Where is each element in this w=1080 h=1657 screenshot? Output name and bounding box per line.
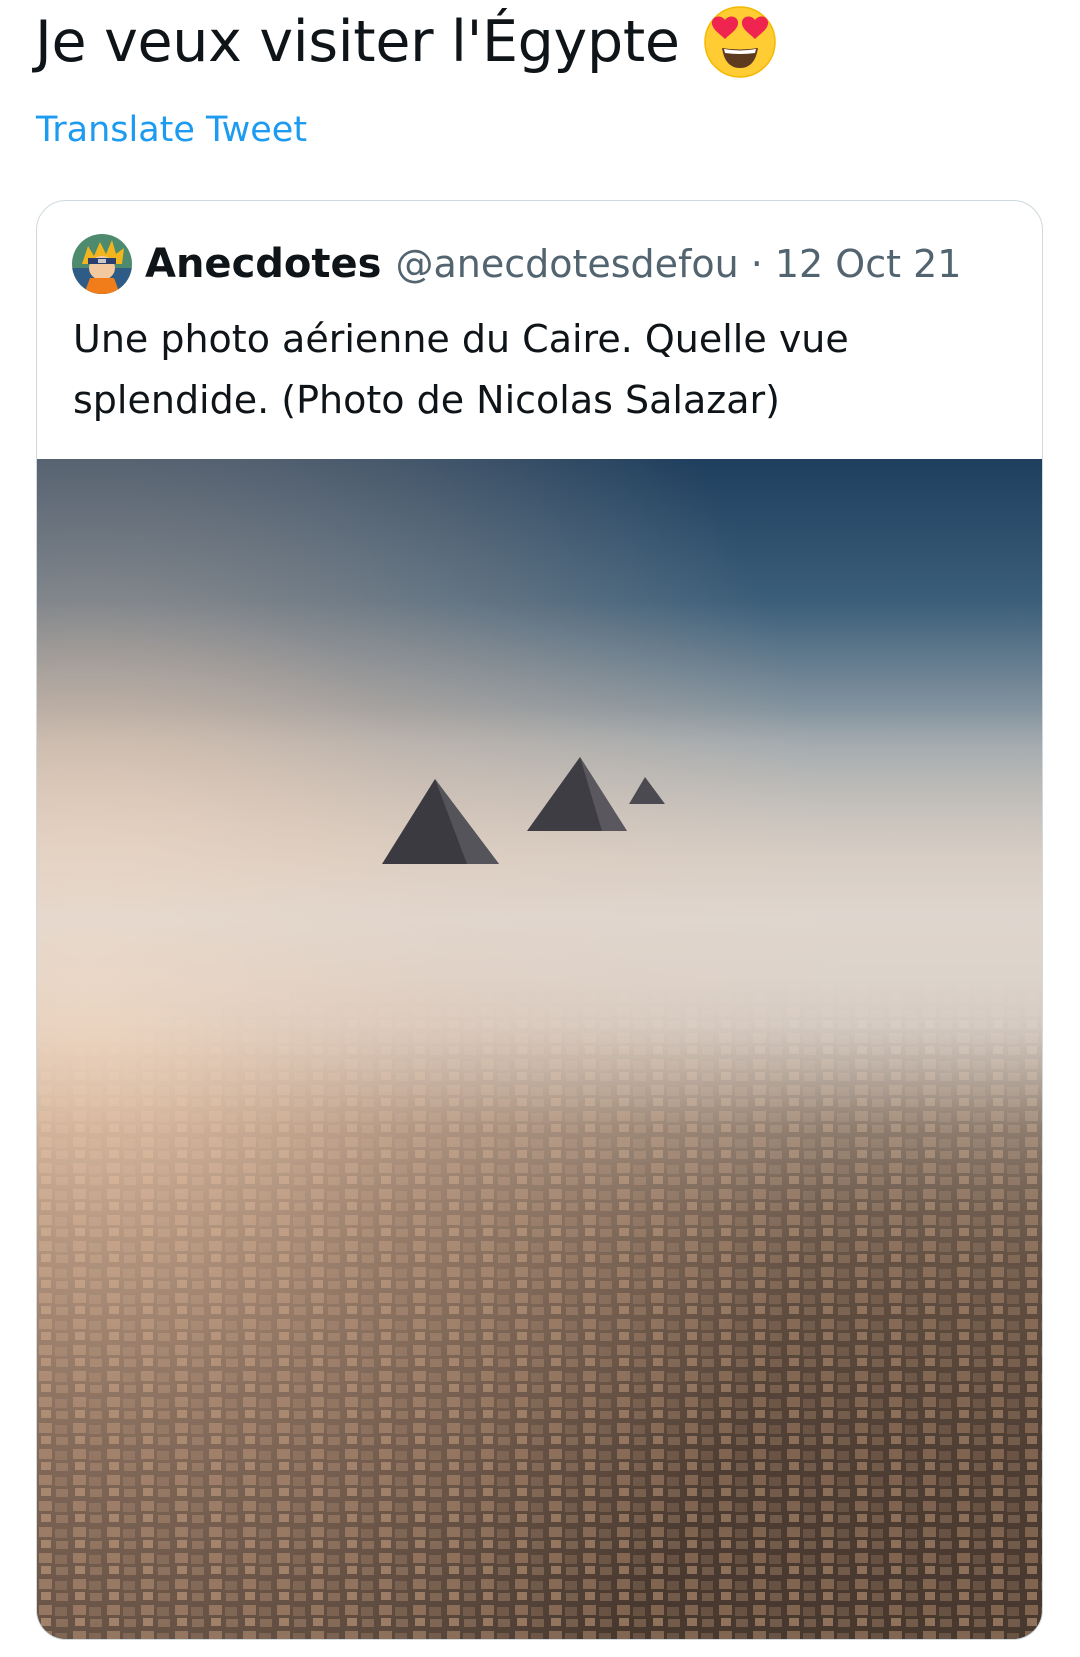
- avatar-icon[interactable]: [72, 234, 132, 294]
- tweet-text-row: Je veux visiter l'Égypte: [35, 2, 778, 82]
- aerial-photo-cairo-pyramids[interactable]: [37, 459, 1043, 1640]
- author-handle[interactable]: @anecdotesdefou: [395, 242, 738, 286]
- translate-tweet-link[interactable]: Translate Tweet: [36, 110, 307, 150]
- quoted-tweet-header: Anecdotes @anecdotesdefou · 12 Oct 21: [72, 233, 961, 295]
- tweet-date[interactable]: 12 Oct 21: [775, 242, 962, 286]
- quoted-tweet-card[interactable]: Anecdotes @anecdotesdefou · 12 Oct 21 Un…: [36, 200, 1043, 1640]
- quoted-tweet-text: Une photo aérienne du Caire. Quelle vue …: [73, 317, 849, 422]
- tweet-text: Je veux visiter l'Égypte: [35, 9, 680, 75]
- separator-dot: ·: [750, 242, 763, 286]
- tweet-detail: Je veux visiter l'Égypte Translate Tweet: [0, 0, 1080, 1657]
- author-name[interactable]: Anecdotes: [145, 241, 381, 287]
- heart-eyes-emoji-icon: [702, 4, 778, 80]
